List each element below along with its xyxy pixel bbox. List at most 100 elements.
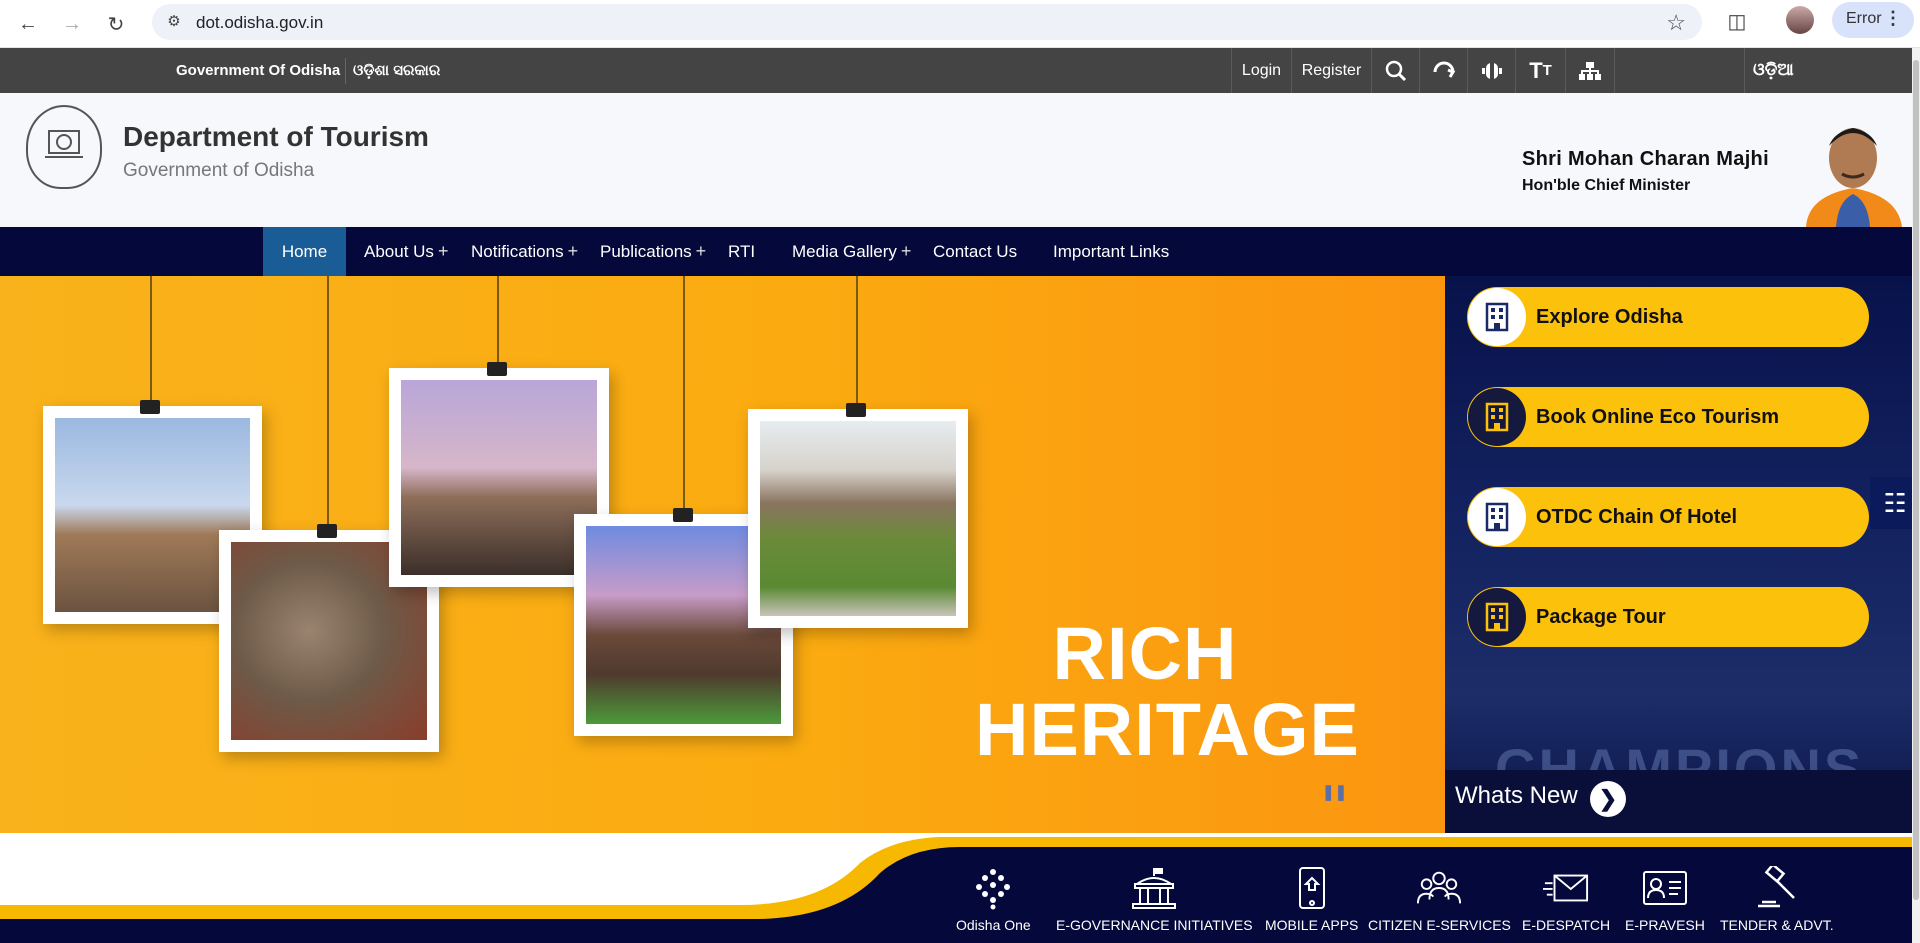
building-icon	[1468, 288, 1526, 346]
utility-bar: Government Of Odisha ଓଡ଼ିଶା ସରକାର Login …	[0, 48, 1920, 93]
forward-icon[interactable]: →	[56, 8, 88, 40]
nav-links-label: Important Links	[1053, 241, 1170, 261]
nav-contact-us[interactable]: Contact Us	[933, 227, 1017, 276]
expand-plus-icon: +	[900, 241, 912, 261]
nav-rti[interactable]: RTI	[728, 227, 755, 276]
service-e-governance[interactable]: E-GOVERNANCE INITIATIVES	[1056, 865, 1253, 933]
photo-udayagiri-caves	[748, 409, 968, 628]
gov-name-odia[interactable]: ଓଡ଼ିଶା ସରକାର	[353, 62, 440, 79]
pause-icon[interactable]: ❚❚	[1322, 783, 1347, 801]
expand-plus-icon: +	[567, 241, 579, 261]
search-icon[interactable]	[1371, 48, 1419, 93]
page-title[interactable]: Department of Tourism	[123, 121, 429, 153]
reload-icon[interactable]: ↻	[100, 8, 132, 40]
quick-link-label: Explore Odisha	[1536, 305, 1683, 328]
chevron-right-icon[interactable]: ❯	[1590, 781, 1626, 817]
state-emblem-logo[interactable]	[26, 105, 102, 189]
nav-publications[interactable]: Publications +	[600, 227, 706, 276]
site-header: Department of Tourism Government of Odis…	[0, 93, 1920, 227]
hanging-wire	[497, 276, 499, 366]
cm-name: Shri Mohan Charan Majhi	[1522, 148, 1769, 170]
banner-line-2: HERITAGE	[975, 688, 1360, 771]
whats-new-bar[interactable]: Whats New ❯	[1445, 770, 1920, 833]
url-text[interactable]: dot.odisha.gov.in	[196, 13, 323, 33]
menu-kebab-icon[interactable]: ⋮	[1884, 8, 1902, 29]
gov-name-english[interactable]: Government Of Odisha	[176, 62, 340, 79]
browser-toolbar: ← → ↻ ⚙ dot.odisha.gov.in ☆ ◫ Error ⋮	[0, 0, 1920, 48]
nav-notifications-label: Notifications	[471, 241, 564, 261]
login-link[interactable]: Login	[1231, 48, 1291, 93]
hanging-wire	[683, 276, 685, 516]
service-label: Odisha One	[956, 917, 1031, 933]
service-label: E-DESPATCH	[1522, 917, 1611, 933]
quick-link-package-tour[interactable]: Package Tour	[1467, 587, 1869, 647]
service-odisha-one[interactable]: Odisha One	[956, 865, 1031, 933]
expand-plus-icon: +	[437, 241, 449, 261]
nav-rti-label: RTI	[728, 241, 756, 261]
quick-link-label: Book Online Eco Tourism	[1536, 405, 1779, 428]
hanging-wire	[327, 276, 329, 526]
service-label: CITIZEN E-SERVICES	[1368, 917, 1511, 933]
banner-line-1: RICH	[1052, 612, 1238, 695]
nav-about-us[interactable]: About Us +	[364, 227, 448, 276]
back-icon[interactable]: ←	[12, 8, 44, 40]
binder-clip	[846, 403, 866, 417]
sitemap-icon[interactable]	[1565, 48, 1615, 93]
government-building-icon	[1131, 865, 1177, 911]
nav-about-label: About Us	[364, 241, 434, 261]
service-citizen-e-services[interactable]: CITIZEN E-SERVICES	[1368, 865, 1511, 933]
address-bar[interactable]: ⚙ dot.odisha.gov.in ☆	[152, 4, 1702, 40]
cm-photo	[1798, 116, 1908, 227]
service-tender-advt[interactable]: TENDER & ADVT.	[1720, 865, 1834, 933]
profile-avatar[interactable]	[1786, 6, 1814, 34]
banner-heading: RICH HERITAGE	[975, 612, 1360, 771]
mobile-phone-icon	[1289, 865, 1335, 911]
binder-clip	[140, 400, 160, 414]
nav-home-label: Home	[281, 241, 328, 261]
register-label: Register	[1301, 61, 1362, 79]
contrast-icon[interactable]	[1467, 48, 1515, 93]
profile-error-button[interactable]: Error ⋮	[1832, 2, 1914, 38]
text-size-icon[interactable]: TT	[1515, 48, 1565, 93]
hanging-wire	[150, 276, 152, 406]
extensions-icon[interactable]: ◫	[1722, 9, 1752, 39]
error-label: Error	[1846, 10, 1882, 27]
service-label: TENDER & ADVT.	[1720, 917, 1834, 933]
service-label: E-PRAVESH	[1625, 917, 1705, 933]
binder-clip	[673, 508, 693, 522]
main-navigation: Home About Us + Notifications + Publicatio…	[0, 227, 1920, 276]
building-icon	[1468, 388, 1526, 446]
quick-link-label: Package Tour	[1536, 605, 1666, 628]
service-label: E-GOVERNANCE INITIATIVES	[1056, 917, 1253, 933]
service-e-despatch[interactable]: E-DESPATCH	[1522, 865, 1610, 933]
quick-link-explore-odisha[interactable]: Explore Odisha	[1467, 287, 1869, 347]
service-mobile-apps[interactable]: MOBILE APPS	[1265, 865, 1358, 933]
nav-important-links[interactable]: Important Links	[1053, 227, 1169, 276]
binder-clip	[317, 524, 337, 538]
nav-media-label: Media Gallery	[792, 241, 897, 261]
site-info-icon[interactable]: ⚙	[164, 12, 184, 32]
screen-reader-icon[interactable]	[1419, 48, 1467, 93]
nav-notifications[interactable]: Notifications +	[471, 227, 578, 276]
hero-banner[interactable]: RICH HERITAGE ❚❚	[0, 276, 1445, 833]
odisha-one-icon	[970, 865, 1016, 911]
quick-link-otdc-hotel[interactable]: OTDC Chain Of Hotel	[1467, 487, 1869, 547]
nav-home[interactable]: Home	[263, 227, 346, 276]
quick-link-book-eco-tourism[interactable]: Book Online Eco Tourism	[1467, 387, 1869, 447]
divider	[345, 58, 346, 84]
bookmark-star-icon[interactable]: ☆	[1666, 10, 1686, 36]
service-e-pravesh[interactable]: E-PRAVESH	[1625, 865, 1705, 933]
nav-media-gallery[interactable]: Media Gallery +	[792, 227, 911, 276]
binder-clip	[487, 362, 507, 376]
login-label: Login	[1241, 61, 1282, 79]
quick-links-panel: CHAMPIONS Explore Odisha Book Online Eco…	[1445, 276, 1920, 833]
services-strip: Odisha One E-GOVERNANCE INITIATIVES MOBI…	[0, 833, 1912, 943]
cm-designation: Hon'ble Chief Minister	[1522, 177, 1691, 194]
scrollbar-thumb[interactable]	[1913, 60, 1919, 900]
language-toggle[interactable]: ଓଡ଼ିଆ	[1744, 48, 1920, 93]
hanging-wire	[856, 276, 858, 406]
whats-new-label: Whats New	[1455, 782, 1578, 809]
register-link[interactable]: Register	[1291, 48, 1371, 93]
envelope-icon	[1543, 865, 1589, 911]
nav-contact-label: Contact Us	[933, 241, 1018, 261]
